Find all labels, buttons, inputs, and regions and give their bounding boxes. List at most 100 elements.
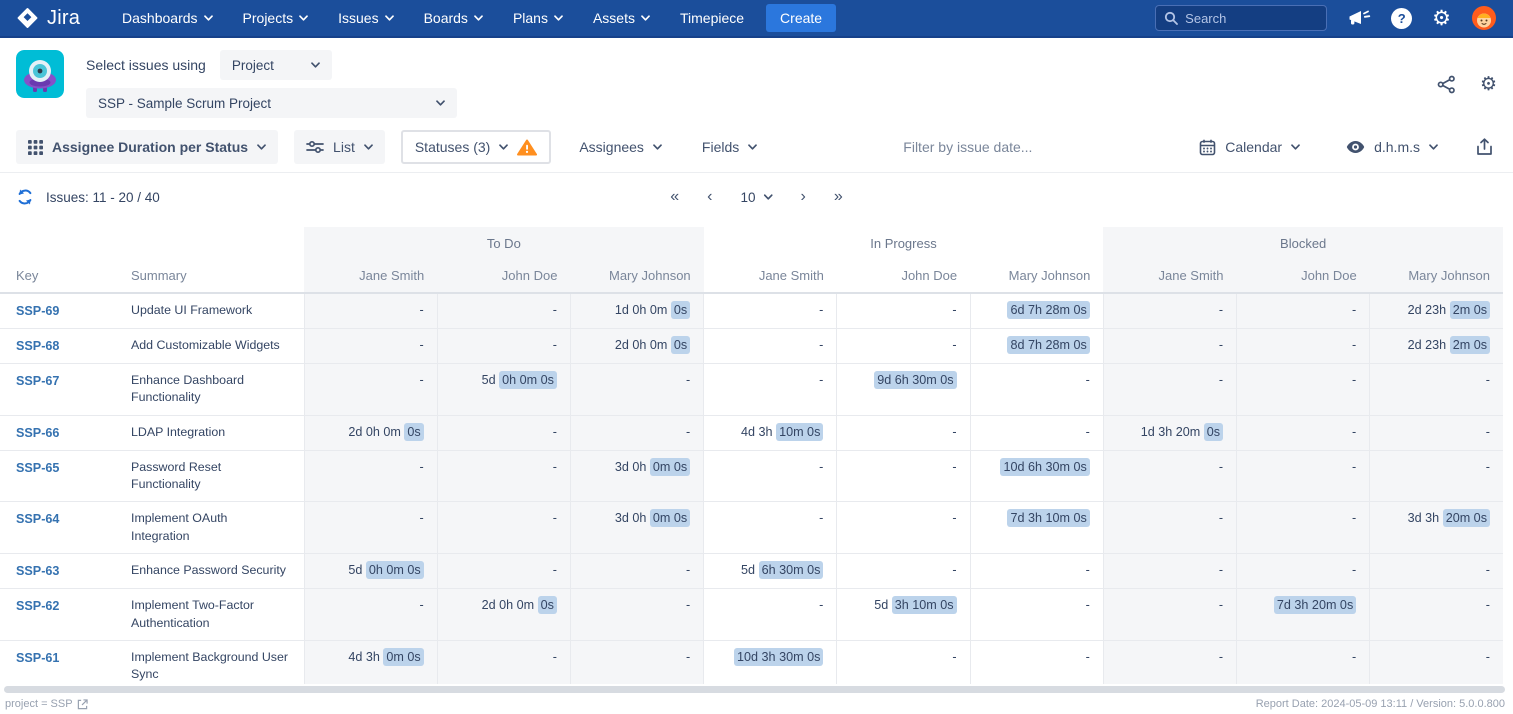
fields-dropdown[interactable]: Fields <box>690 130 769 164</box>
duration-cell: - <box>1103 329 1236 364</box>
select-mode-dropdown[interactable]: Project <box>220 50 332 80</box>
selected-duration-text: 10m 0s <box>776 423 823 441</box>
assignees-label: Assignees <box>579 139 644 155</box>
duration-cell: - <box>1103 554 1236 589</box>
first-page-button[interactable]: « <box>670 189 679 205</box>
statuses-label: Statuses (3) <box>415 139 490 155</box>
chevron-down-icon <box>1291 144 1300 150</box>
issue-key-link[interactable]: SSP-63 <box>16 564 59 578</box>
nav-item-issues[interactable]: Issues <box>338 10 393 26</box>
duration-cell: - <box>1370 589 1503 641</box>
duration-cell: 1d 3h 20m 0s <box>1103 415 1236 450</box>
duration-cell: - <box>1237 640 1370 684</box>
report-table: To DoIn ProgressBlockedKeySummaryJane Sm… <box>0 227 1503 684</box>
duration-cell: - <box>570 640 703 684</box>
duration-cell: - <box>437 415 570 450</box>
external-link-icon[interactable] <box>77 699 88 710</box>
issue-summary: Password Reset Functionality <box>118 450 304 502</box>
page-size-dropdown[interactable]: 10 <box>740 190 772 205</box>
view-dropdown[interactable]: List <box>294 130 385 164</box>
issue-key-link[interactable]: SSP-66 <box>16 426 59 440</box>
chevron-down-icon <box>257 144 266 150</box>
status-group-header: In Progress <box>704 227 1104 259</box>
duration-cell: - <box>1103 502 1236 554</box>
last-page-button[interactable]: » <box>834 189 843 205</box>
next-page-button[interactable]: › <box>801 189 806 205</box>
issue-key-link[interactable]: SSP-64 <box>16 512 59 526</box>
project-dropdown[interactable]: SSP - Sample Scrum Project <box>86 88 457 118</box>
nav-item-assets[interactable]: Assets <box>593 10 650 26</box>
refresh-icon <box>16 188 34 206</box>
export-button[interactable] <box>1472 130 1497 164</box>
create-button[interactable]: Create <box>766 4 836 32</box>
share-icon[interactable] <box>1437 75 1456 94</box>
duration-cell: 2d 0h 0m 0s <box>304 415 437 450</box>
view-label: List <box>333 139 355 155</box>
issue-summary: LDAP Integration <box>118 415 304 450</box>
duration-cell: - <box>970 640 1103 684</box>
duration-cell: - <box>1370 554 1503 589</box>
issue-summary: Implement OAuthIntegration <box>118 502 304 554</box>
search-box[interactable] <box>1155 5 1327 31</box>
nav-item-timepiece[interactable]: Timepiece <box>680 10 744 26</box>
column-header-assignee: Jane Smith <box>704 259 837 293</box>
issue-row: SSP-69Update UI Framework--1d 0h 0m 0s--… <box>0 293 1503 329</box>
user-avatar[interactable] <box>1471 5 1497 31</box>
duration-cell: - <box>837 450 970 502</box>
statuses-dropdown[interactable]: Statuses (3) <box>401 130 551 164</box>
issue-key-link[interactable]: SSP-62 <box>16 599 59 613</box>
duration-cell: - <box>704 293 837 329</box>
issue-date-filter-input[interactable] <box>903 139 1103 155</box>
assignees-dropdown[interactable]: Assignees <box>567 130 674 164</box>
nav-item-dashboards[interactable]: Dashboards <box>122 10 213 26</box>
refresh-button[interactable] <box>16 188 34 206</box>
pager: « ‹ 10 › » <box>670 189 843 205</box>
report-type-dropdown[interactable]: Assignee Duration per Status <box>16 130 278 164</box>
duration-cell: - <box>1103 364 1236 416</box>
duration-cell: - <box>1370 450 1503 502</box>
issue-row: SSP-62Implement Two-FactorAuthentication… <box>0 589 1503 641</box>
duration-cell: - <box>437 329 570 364</box>
duration-cell: - <box>837 502 970 554</box>
fields-label: Fields <box>702 139 739 155</box>
nav-item-plans[interactable]: Plans <box>513 10 563 26</box>
duration-cell: - <box>704 329 837 364</box>
issues-pagination-row: Issues: 11 - 20 / 40 « ‹ 10 › » <box>0 173 1513 221</box>
selected-duration-text: 0s <box>404 423 423 441</box>
footer-filter-text: project = SSP <box>5 698 73 710</box>
selected-duration-text: 6d 7h 28m 0s <box>1007 301 1089 319</box>
issue-key-link[interactable]: SSP-67 <box>16 374 59 388</box>
search-input[interactable] <box>1185 11 1305 26</box>
report-settings-gear-icon[interactable]: ⚙ <box>1480 75 1497 94</box>
prev-page-button[interactable]: ‹ <box>707 189 712 205</box>
calendar-dropdown[interactable]: Calendar <box>1187 130 1312 164</box>
jira-logo[interactable]: Jira <box>16 6 80 30</box>
duration-cell: - <box>1237 329 1370 364</box>
duration-format-dropdown[interactable]: d.h.m.s <box>1334 130 1450 164</box>
help-icon[interactable]: ? <box>1391 8 1412 29</box>
nav-item-projects[interactable]: Projects <box>243 10 309 26</box>
announcement-megaphone-icon[interactable] <box>1347 8 1371 28</box>
duration-cell: 6d 7h 28m 0s <box>970 293 1103 329</box>
eye-icon <box>1346 140 1365 154</box>
issue-row: SSP-61Implement Background UserSync4d 3h… <box>0 640 1503 684</box>
duration-cell: - <box>1370 640 1503 684</box>
selected-duration-text: 0s <box>538 596 557 614</box>
duration-cell: - <box>304 450 437 502</box>
duration-cell: - <box>1237 502 1370 554</box>
status-group-header-row: To DoIn ProgressBlocked <box>0 227 1503 259</box>
selected-duration-text: 9d 6h 30m 0s <box>874 371 956 389</box>
issue-summary: Add Customizable Widgets <box>118 329 304 364</box>
issue-key-link[interactable]: SSP-61 <box>16 651 59 665</box>
column-header-key: Key <box>0 259 118 293</box>
admin-gear-icon[interactable]: ⚙ <box>1432 8 1451 29</box>
nav-item-boards[interactable]: Boards <box>424 10 483 26</box>
selected-duration-text: 0s <box>671 336 690 354</box>
calendar-icon <box>1199 139 1216 156</box>
horizontal-scrollbar[interactable] <box>4 686 1505 693</box>
issue-key-link[interactable]: SSP-69 <box>16 304 59 318</box>
nav-item-label: Plans <box>513 10 548 26</box>
duration-cell: - <box>704 450 837 502</box>
issue-key-link[interactable]: SSP-65 <box>16 461 59 475</box>
issue-key-link[interactable]: SSP-68 <box>16 339 59 353</box>
